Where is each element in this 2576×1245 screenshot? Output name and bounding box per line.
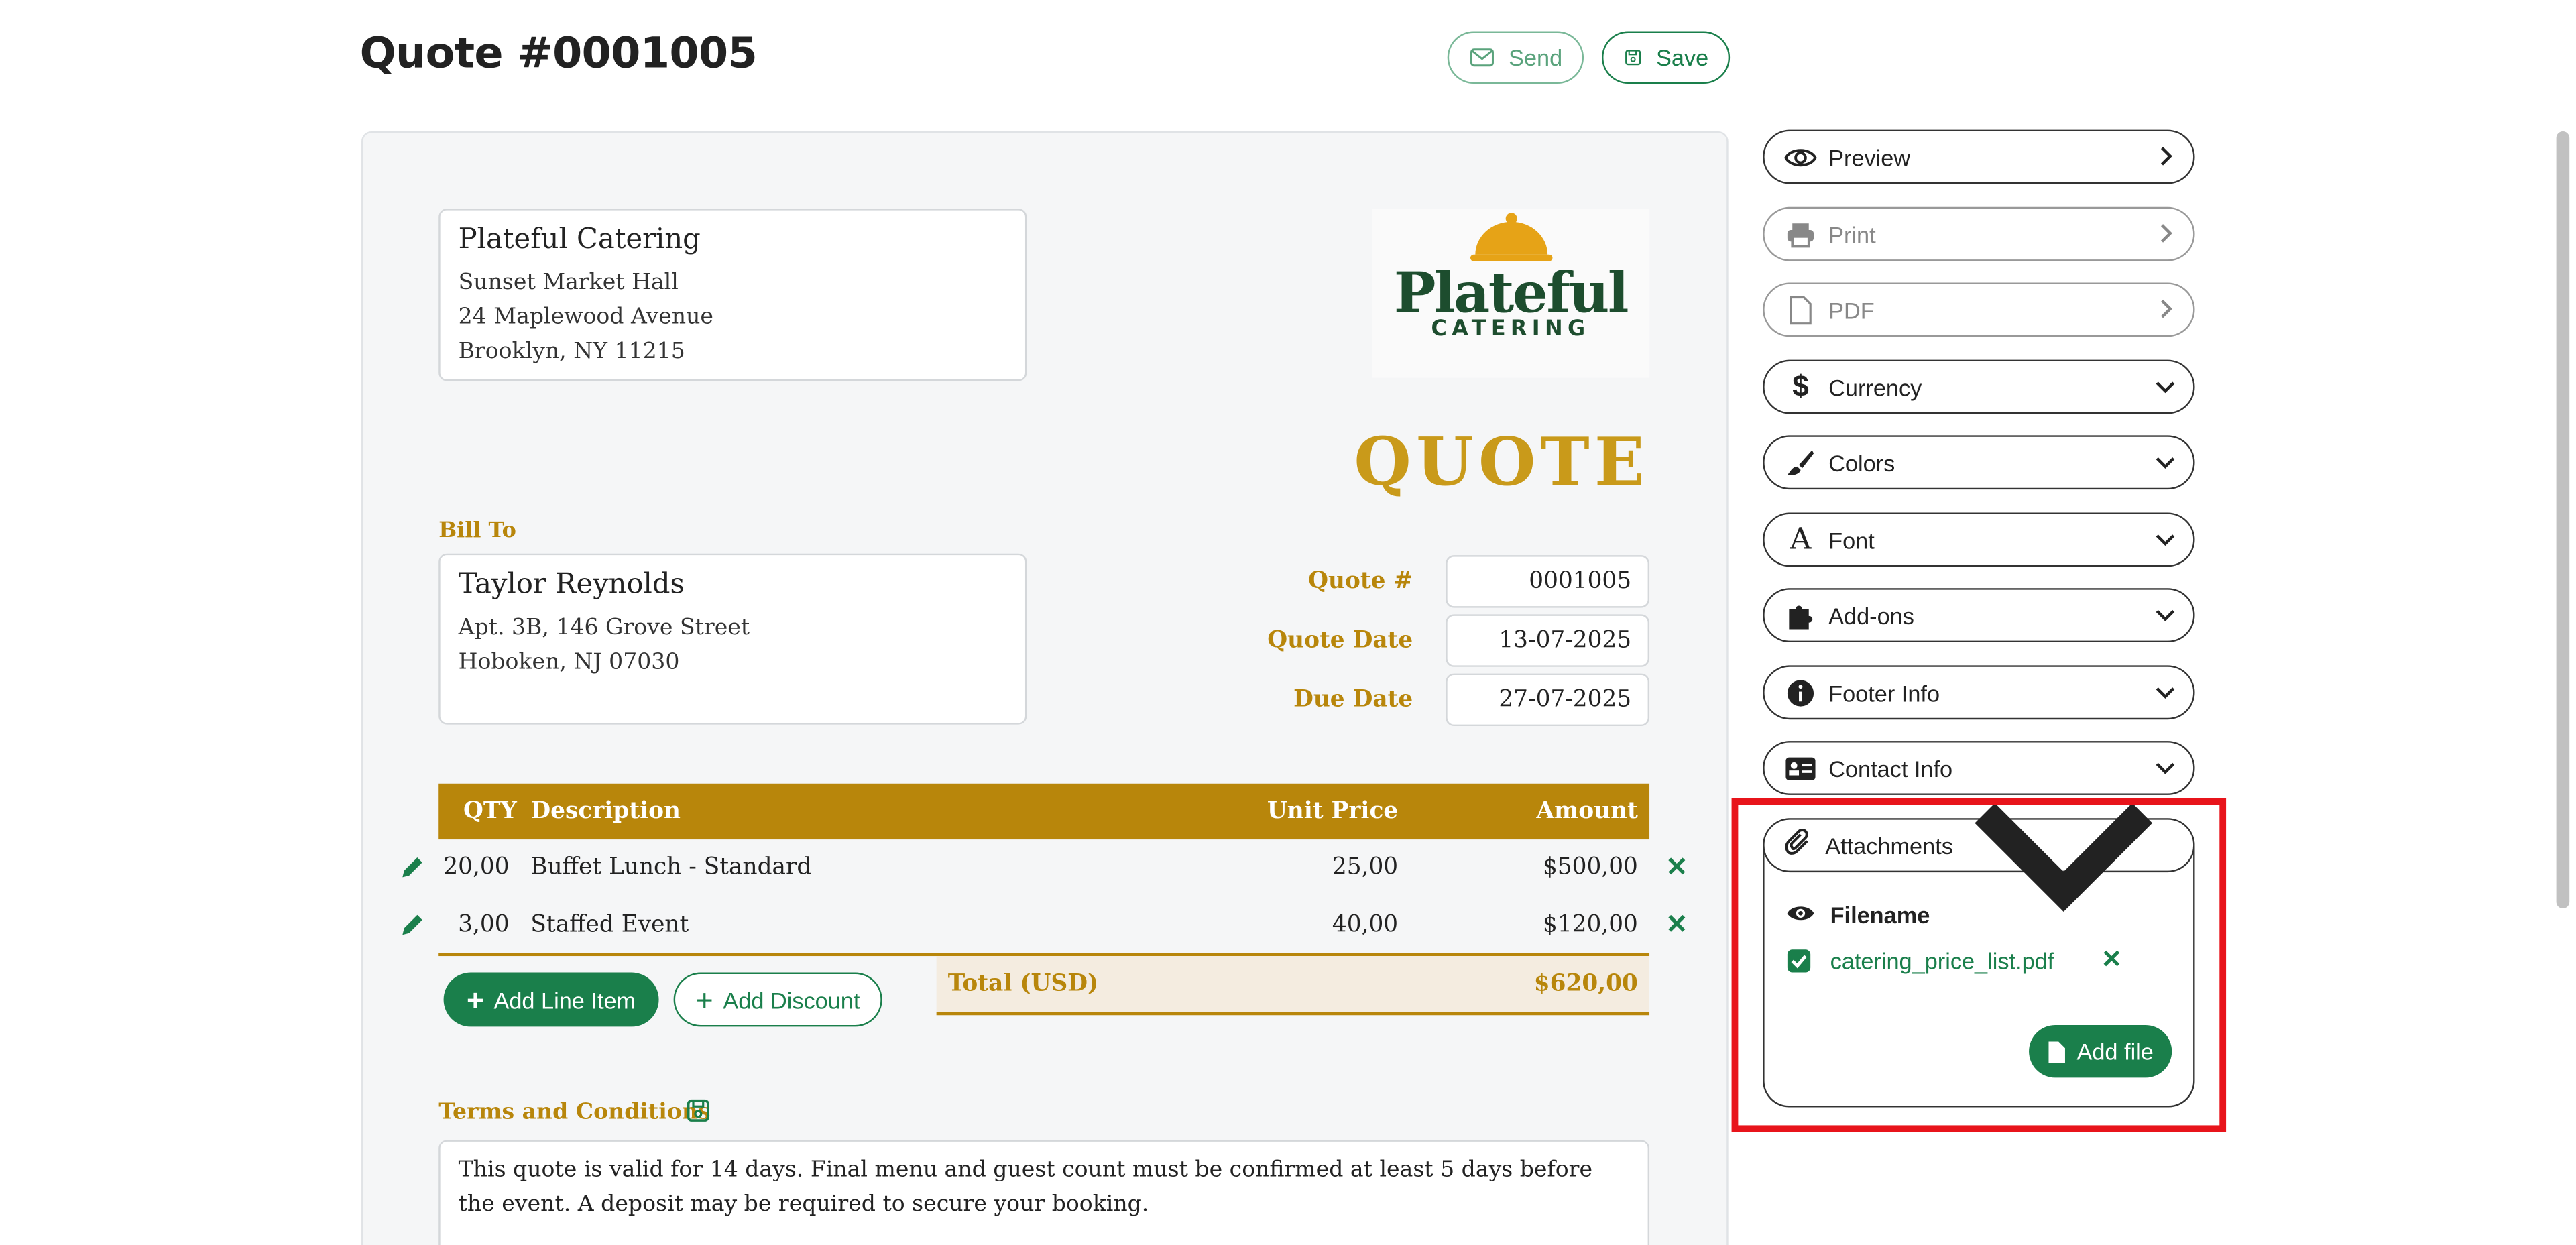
line-item-description: Staffed Event [530, 911, 689, 939]
sidebar-item-print[interactable]: Print [1763, 206, 2195, 261]
sidebar-item-footer-info[interactable]: Footer Info [1763, 665, 2195, 720]
chevron-down-icon [2156, 381, 2175, 394]
send-button[interactable]: Send [1447, 31, 1584, 84]
terms-label: Terms and Conditions [438, 1099, 711, 1126]
client-line-2: Hoboken, NJ 07030 [458, 648, 680, 676]
info-icon [1784, 678, 1817, 707]
chevron-down-icon [2156, 609, 2175, 621]
line-items-header: QTY Description Unit Price Amount [438, 783, 1650, 840]
paintbrush-icon [1784, 448, 1817, 477]
due-date-input[interactable]: 27-07-2025 [1446, 673, 1650, 727]
sidebar-item-currency[interactable]: $ Currency [1763, 359, 2195, 414]
puzzle-icon [1784, 601, 1817, 630]
add-line-item-label: Add Line Item [493, 986, 636, 1013]
quote-date-input[interactable]: 13-07-2025 [1446, 614, 1650, 667]
sidebar-item-preview[interactable]: Preview [1763, 129, 2195, 184]
description-header: Description [530, 798, 681, 825]
client-line-1: Apt. 3B, 146 Grove Street [458, 614, 750, 641]
sidebar-item-add-ons[interactable]: Add-ons [1763, 588, 2195, 643]
printer-icon [1784, 219, 1817, 249]
pdf-icon [1784, 295, 1817, 324]
line-item-row[interactable]: 3,00 Staffed Event 40,00 $120,00 [438, 897, 1649, 953]
dollar-icon: $ [1792, 369, 1809, 403]
line-item-unit-price: 25,00 [1332, 854, 1399, 881]
from-line-1: Sunset Market Hall [458, 269, 679, 296]
sidebar-item-label: Footer Info [1828, 679, 1940, 706]
unit-price-header: Unit Price [1267, 798, 1399, 825]
document-type-heading: QUOTE [1354, 424, 1650, 501]
due-date-label: Due Date [1293, 687, 1413, 713]
total-value: $620,00 [1533, 971, 1638, 998]
line-item-qty: 20,00 [443, 854, 510, 881]
edit-pencil-icon[interactable] [399, 854, 425, 880]
sidebar-item-pdf[interactable]: PDF [1763, 282, 2195, 337]
envelope-icon [1470, 48, 1494, 67]
sidebar-item-label: Contact Info [1828, 754, 1953, 782]
from-name: Plateful Catering [458, 223, 701, 257]
sidebar-item-label: Font [1828, 526, 1875, 553]
line-item-amount: $120,00 [1543, 911, 1638, 939]
add-line-item-button[interactable]: + Add Line Item [443, 972, 659, 1027]
sidebar-item-label: PDF [1828, 296, 1875, 323]
add-discount-label: Add Discount [723, 986, 860, 1013]
amount-header: Amount [1536, 798, 1638, 825]
sidebar-item-label: Add-ons [1828, 602, 1914, 629]
line-item-amount: $500,00 [1543, 854, 1638, 881]
font-icon: A [1790, 522, 1812, 557]
floppy-icon [1625, 50, 1641, 66]
quote-date-label: Quote Date [1267, 627, 1413, 654]
total-label: Total (USD) [947, 971, 1099, 998]
plus-icon: + [466, 983, 484, 1016]
floppy-icon[interactable] [685, 1098, 711, 1124]
save-button[interactable]: Save [1601, 31, 1731, 84]
from-line-3: Brooklyn, NY 11215 [458, 338, 685, 365]
add-discount-button[interactable]: + Add Discount [673, 972, 882, 1027]
chevron-right-icon [2160, 299, 2172, 318]
quote-number-input[interactable]: 0001005 [1446, 555, 1650, 608]
bill-to-box[interactable]: Taylor Reynolds Apt. 3B, 146 Grove Stree… [438, 553, 1027, 725]
sidebar-item-colors[interactable]: Colors [1763, 435, 2195, 490]
from-line-2: 24 Maplewood Avenue [458, 304, 713, 331]
chevron-down-icon [2156, 457, 2175, 469]
scrollbar-thumb[interactable] [2556, 131, 2570, 908]
qty-header: QTY [463, 798, 517, 825]
chevron-down-icon [2156, 534, 2175, 546]
highlight-box [1731, 798, 2227, 1132]
company-logo[interactable]: Plateful CATERING [1371, 209, 1650, 378]
sidebar-item-label: Preview [1828, 143, 1911, 170]
eye-icon [1784, 142, 1817, 172]
sidebar-item-label: Colors [1828, 449, 1895, 476]
quote-number-label: Quote # [1308, 568, 1413, 595]
edit-pencil-icon[interactable] [399, 912, 425, 938]
sidebar-item-label: Currency [1828, 373, 1922, 400]
plus-icon: + [695, 983, 713, 1016]
send-label: Send [1509, 44, 1563, 71]
bill-to-label: Bill To [438, 519, 516, 544]
chevron-down-icon [2156, 687, 2175, 699]
save-label: Save [1656, 44, 1709, 71]
page-title: Quote #0001005 [359, 29, 758, 79]
chevron-right-icon [2160, 146, 2172, 166]
delete-line-icon[interactable]: ✕ [1666, 851, 1688, 884]
contact-card-icon [1784, 753, 1817, 782]
sidebar-item-font[interactable]: A Font [1763, 512, 2195, 567]
quote-editor-page: Quote #0001005 Send Save Plateful Cateri… [0, 0, 2576, 1245]
line-item-description: Buffet Lunch - Standard [530, 854, 812, 881]
delete-line-icon[interactable]: ✕ [1666, 908, 1688, 941]
line-item-qty: 3,00 [458, 911, 510, 939]
from-address-box[interactable]: Plateful Catering Sunset Market Hall 24 … [438, 209, 1027, 381]
logo-subword: CATERING [1431, 316, 1590, 342]
client-name: Taylor Reynolds [458, 568, 685, 601]
chevron-right-icon [2160, 224, 2172, 243]
sidebar-item-label: Print [1828, 221, 1876, 247]
cloche-icon [1469, 213, 1552, 261]
line-item-row[interactable]: 20,00 Buffet Lunch - Standard 25,00 $500… [438, 839, 1649, 895]
terms-textarea[interactable]: This quote is valid for 14 days. Final m… [438, 1140, 1650, 1245]
line-item-unit-price: 40,00 [1332, 911, 1399, 939]
total-row: Total (USD) $620,00 [936, 956, 1650, 1016]
